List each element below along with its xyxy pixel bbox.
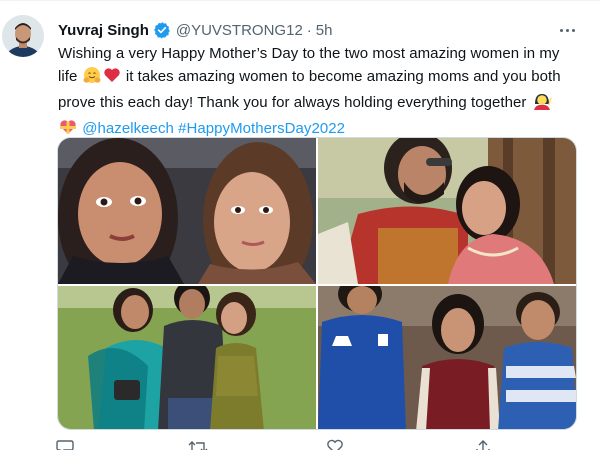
tweet-text: Wishing a very Happy Mother’s Day to the… <box>58 42 578 143</box>
red-heart-emoji-icon <box>103 66 121 91</box>
photo-grid <box>57 137 577 430</box>
tweet-text-fragment: it takes amazing women to become amazing… <box>125 68 561 85</box>
hugging-face-emoji-icon <box>83 66 101 91</box>
reply-icon[interactable] <box>56 439 76 450</box>
tweet-text-line: Wishing a very Happy Mother’s Day to the… <box>58 45 560 62</box>
tweet-header: Yuvraj Singh @YUVSTRONG12 · 5h <box>58 19 332 41</box>
retweet-icon[interactable] <box>188 439 208 450</box>
divider <box>0 0 600 1</box>
mention-link[interactable]: @hazelkeech <box>82 120 174 137</box>
like-icon[interactable] <box>326 439 346 450</box>
woman-raising-hand-emoji-icon <box>532 92 552 117</box>
author-avatar[interactable] <box>2 15 44 57</box>
tweet-text-line: prove this each day! Thank you for alway… <box>58 91 578 117</box>
tweet-text-fragment: life <box>58 68 78 85</box>
tweet-actions <box>56 439 526 450</box>
share-icon[interactable] <box>474 439 494 450</box>
author-handle[interactable]: @YUVSTRONG12 <box>176 22 303 39</box>
hashtag-link[interactable]: #HappyMothersDay2022 <box>178 120 345 137</box>
tweet-text-line: life it takes amazing women to become am… <box>58 65 578 91</box>
photo-trio-on-lawn[interactable] <box>58 286 316 429</box>
author-name[interactable]: Yuvraj Singh <box>58 22 149 39</box>
photo-group-blue-jerseys[interactable] <box>318 286 576 429</box>
more-options-icon[interactable] <box>556 20 578 40</box>
verified-badge-icon <box>153 21 171 39</box>
tweet-text-fragment: prove this each day! Thank you for alway… <box>58 94 527 111</box>
separator-dot: · <box>306 21 312 39</box>
photo-selfie-two-women[interactable] <box>58 138 316 284</box>
tweet[interactable]: Yuvraj Singh @YUVSTRONG12 · 5h Wishing a… <box>0 0 600 450</box>
tweet-timestamp[interactable]: 5h <box>316 22 333 39</box>
photo-couple-wedding-outfit[interactable] <box>318 138 576 284</box>
